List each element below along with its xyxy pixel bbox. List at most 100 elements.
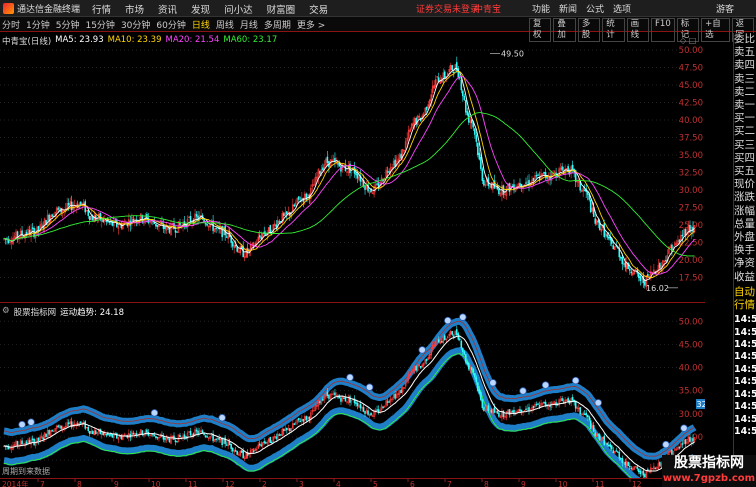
- candle-body: [589, 200, 592, 213]
- period-tab-8[interactable]: 月线: [240, 18, 258, 31]
- sub-candle-body: [460, 340, 463, 348]
- menu-news[interactable]: 资讯: [158, 2, 177, 16]
- period-tab-0[interactable]: 分时: [2, 18, 20, 31]
- sub-candle-body: [105, 434, 108, 436]
- sub-candle-body: [440, 341, 443, 343]
- sub-candle-body: [218, 437, 220, 440]
- menu-trade[interactable]: 交易: [309, 2, 328, 16]
- sub-candle-body: [508, 409, 511, 416]
- sub-candle-body: [31, 438, 34, 440]
- period-tab-1[interactable]: 1分钟: [26, 18, 50, 31]
- candle-body: [264, 233, 267, 235]
- sub-candle-body: [33, 438, 35, 445]
- sub-candle-body: [400, 389, 402, 394]
- candle-body: [132, 219, 135, 222]
- indicator-panel[interactable]: 50.0045.0040.0035.0030.0025.0020.0032.12…: [0, 304, 720, 487]
- candle-body: [552, 173, 554, 175]
- side-tab-1[interactable]: 行情: [734, 299, 756, 312]
- signal-marker-6: [418, 346, 426, 354]
- date-tick-7: 3: [299, 480, 304, 487]
- price-chart-panel[interactable]: 50.00 47.50 45.00 42.50 40.00 37.50 35.00 32.50…: [0, 33, 705, 303]
- sub-candle-body: [456, 329, 458, 336]
- menu-quotes[interactable]: 行情: [92, 2, 111, 16]
- sub-candle-body: [636, 466, 639, 470]
- date-tick-2: 9: [114, 480, 119, 487]
- sub-candle-body: [270, 441, 273, 444]
- sub-candle-body: [225, 444, 228, 446]
- sub-candle-body: [472, 369, 475, 373]
- period-toolbar: 分时 1分钟 5分钟 15分钟 30分钟 60分钟 日线 周线 月线 多周期 更多 > 复权 叠加 多股…: [0, 17, 756, 42]
- date-start: 2014年: [2, 479, 29, 487]
- sub-candle-body: [644, 474, 646, 478]
- candle-body: [525, 182, 527, 184]
- menu-discover[interactable]: 发现: [191, 2, 210, 16]
- side-tab-0[interactable]: 自动: [734, 286, 756, 299]
- candle-body: [532, 178, 535, 182]
- indicator-legend: ⚙ 股票指标网 运动趋势: 24.18: [2, 306, 128, 318]
- candle-body: [480, 156, 482, 169]
- period-tab-2[interactable]: 5分钟: [56, 18, 80, 31]
- tool-button-7[interactable]: +自选: [701, 18, 730, 42]
- login-warning[interactable]: 证券交易未登录: [416, 2, 479, 15]
- sub-candle-body: [87, 427, 90, 432]
- sub-candle-body: [453, 335, 455, 337]
- menu-headlines[interactable]: 新闻: [559, 2, 577, 15]
- sub-candle-body: [621, 458, 624, 463]
- candle-body: [364, 186, 366, 190]
- period-tab-5[interactable]: 60分钟: [156, 18, 185, 31]
- sub-candle-body: [549, 405, 551, 408]
- sub-candle-body: [463, 351, 466, 355]
- menu-options[interactable]: 选项: [613, 2, 631, 15]
- sub-candle-body: [364, 411, 366, 414]
- sub-candle-body: [480, 391, 482, 400]
- indicator-chart[interactable]: 50.0045.0040.0035.0030.0025.0020.0032.12: [0, 304, 720, 487]
- sub-candle-body: [84, 421, 87, 429]
- signal-marker-1: [27, 418, 35, 426]
- candle-body: [195, 214, 198, 217]
- sub-candle-body: [37, 437, 40, 441]
- period-tab-4[interactable]: 30分钟: [121, 18, 150, 31]
- period-tab-3[interactable]: 15分钟: [85, 18, 114, 31]
- price-tick-4: 40.00: [679, 116, 703, 126]
- sub-candle-body: [356, 403, 359, 407]
- signal-marker-9: [489, 379, 497, 387]
- candle-body: [231, 241, 234, 247]
- menu-functions[interactable]: 功能: [532, 2, 550, 15]
- period-tab-10[interactable]: 更多 >: [297, 18, 325, 31]
- price-tick-8: 30.00: [679, 186, 703, 196]
- sub-candle-body: [79, 421, 82, 424]
- sub-candle-body: [639, 470, 642, 475]
- price-chart[interactable]: 50.00 47.50 45.00 42.50 40.00 37.50 35.00 32.50…: [0, 33, 705, 303]
- price-tick-0: 50.00: [679, 46, 703, 56]
- menu-market[interactable]: 市场: [125, 2, 144, 16]
- sub-candle-body: [654, 467, 657, 470]
- candle-body: [87, 210, 90, 216]
- sub-tick-1: 45.00: [679, 340, 703, 350]
- candle-body: [400, 153, 402, 159]
- sub-candle-body: [468, 363, 470, 370]
- menu-formula[interactable]: 公式: [586, 2, 604, 15]
- sub-candle-body: [164, 438, 166, 440]
- indicator-gear-icon[interactable]: ⚙: [2, 306, 10, 318]
- sub-tick-4: 30.00: [679, 410, 703, 420]
- candle-body: [234, 244, 237, 247]
- sub-candle-body: [51, 429, 53, 432]
- tick-time-2: 14:50: [734, 339, 756, 351]
- menu-wealth[interactable]: 财富圈: [267, 2, 296, 16]
- sub-candle-body: [571, 397, 574, 401]
- sub-candle-body: [299, 420, 302, 423]
- period-tab-7[interactable]: 周线: [216, 18, 234, 31]
- sub-candle-body: [45, 433, 47, 438]
- sub-candle-body: [48, 430, 50, 435]
- candle-body: [451, 65, 454, 71]
- guest-user[interactable]: 游客: [716, 2, 734, 15]
- side-label-18: 收益: [734, 270, 755, 283]
- sub-value-tag-text: 32.12: [697, 400, 705, 409]
- menu-ask[interactable]: 问小达: [224, 2, 253, 16]
- date-tick-9: 5: [373, 480, 378, 487]
- period-tab-6[interactable]: 日线: [192, 18, 210, 31]
- candle-body: [141, 215, 144, 222]
- ma10-line: [3, 70, 695, 279]
- period-tab-9[interactable]: 多周期: [264, 18, 291, 31]
- sub-candle-body: [260, 444, 263, 447]
